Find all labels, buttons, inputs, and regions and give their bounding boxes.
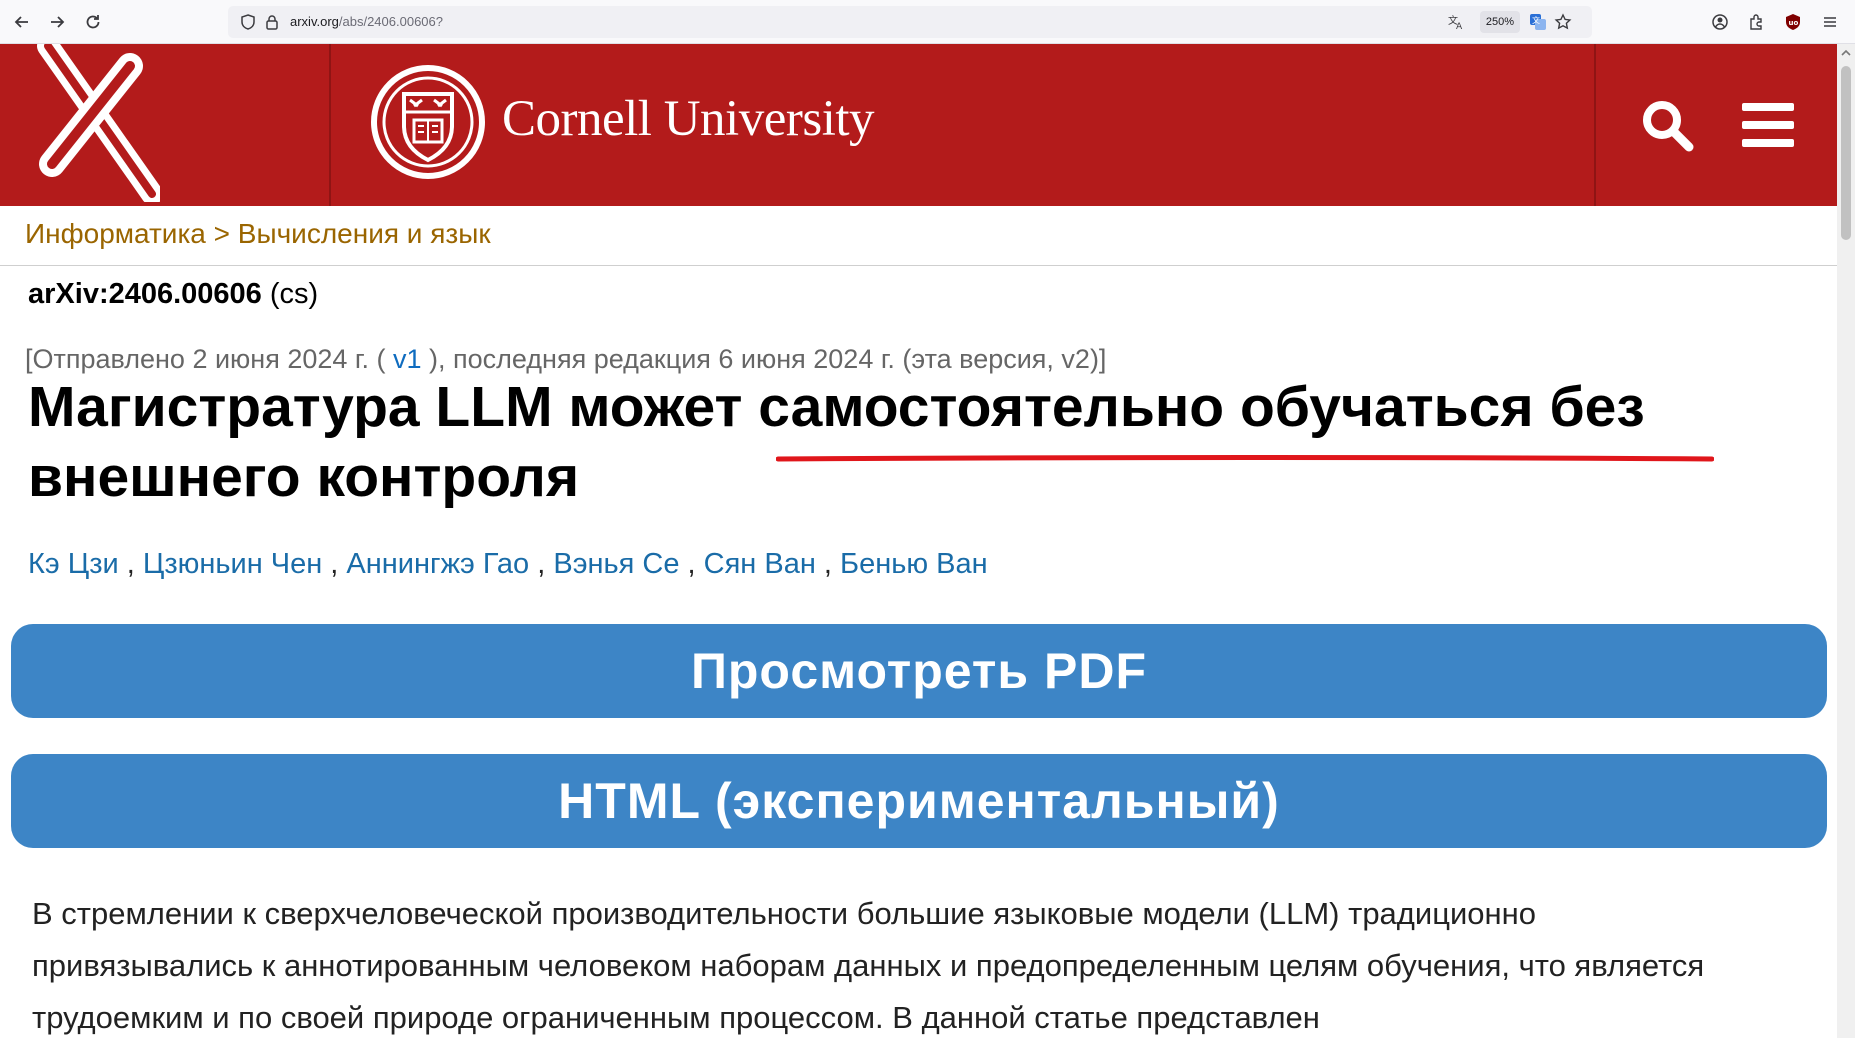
author-link[interactable]: Аннингжэ Гао bbox=[346, 548, 529, 580]
author-separator: , bbox=[679, 548, 704, 580]
url-host: arxiv.org bbox=[290, 14, 339, 29]
arxiv-logo[interactable] bbox=[30, 35, 163, 205]
author-separator: , bbox=[118, 548, 143, 580]
paper-title: Магистратура LLM может самостоятельно об… bbox=[28, 375, 1645, 509]
lock-icon[interactable] bbox=[260, 10, 284, 34]
bookmark-star-icon[interactable] bbox=[1551, 10, 1575, 34]
translate-icon[interactable]: 文A bbox=[1444, 10, 1468, 34]
zoom-level[interactable]: 250% bbox=[1480, 11, 1520, 33]
submission-history: [Отправлено 2 июня 2024 г. ( v1 ), после… bbox=[25, 344, 1106, 375]
menu-icon[interactable] bbox=[1818, 10, 1842, 34]
cornell-seal[interactable] bbox=[370, 64, 486, 180]
site-header: Cornell University bbox=[0, 35, 1837, 206]
svg-text:uo: uo bbox=[1789, 19, 1799, 27]
divider bbox=[0, 265, 1837, 266]
ublock-icon[interactable]: uo bbox=[1781, 10, 1805, 34]
author-link[interactable]: Сян Ван bbox=[704, 548, 816, 580]
scroll-up-arrow-icon[interactable] bbox=[1841, 48, 1851, 58]
url-path: /abs/2406.00606? bbox=[338, 14, 443, 29]
breadcrumb[interactable]: Информатика > Вычисления и язык bbox=[25, 218, 491, 250]
author-separator: , bbox=[815, 548, 841, 580]
submission-text-pre: [Отправлено 2 июня 2024 г. ( bbox=[25, 344, 393, 374]
forward-icon[interactable] bbox=[44, 9, 70, 35]
browser-toolbar: arxiv.org/abs/2406.00606? 文A 250% 文 uo bbox=[0, 0, 1855, 44]
author-separator: , bbox=[322, 548, 347, 580]
authors-list: Кэ Цзи , Цзюньин Чен , Аннингжэ Гао , Вэ… bbox=[28, 548, 988, 581]
author-link[interactable]: Бенью Ван bbox=[840, 548, 988, 580]
author-link[interactable]: Цзюньин Чен bbox=[143, 548, 322, 580]
author-link[interactable]: Кэ Цзи bbox=[28, 548, 119, 580]
arxiv-id-line: arXiv:2406.00606 (cs) bbox=[28, 278, 318, 311]
svg-text:文: 文 bbox=[1532, 15, 1540, 25]
red-underline-annotation bbox=[776, 455, 1714, 462]
author-link[interactable]: Вэнья Се bbox=[553, 548, 679, 580]
url-text: arxiv.org/abs/2406.00606? bbox=[290, 14, 443, 29]
svg-text:A: A bbox=[1456, 22, 1463, 31]
shield-icon[interactable] bbox=[236, 10, 260, 34]
page-scrollbar[interactable] bbox=[1837, 44, 1855, 1038]
extensions-icon[interactable] bbox=[1744, 10, 1768, 34]
address-bar[interactable]: arxiv.org/abs/2406.00606? 文A 250% 文 bbox=[228, 6, 1592, 38]
view-pdf-button[interactable]: Просмотреть PDF bbox=[11, 624, 1827, 718]
reload-icon[interactable] bbox=[80, 9, 106, 35]
university-name[interactable]: Cornell University bbox=[502, 90, 875, 148]
back-icon[interactable] bbox=[9, 9, 35, 35]
translate-active-icon[interactable]: 文 bbox=[1526, 10, 1550, 34]
account-icon[interactable] bbox=[1708, 10, 1732, 34]
search-icon[interactable] bbox=[1632, 90, 1702, 160]
header-divider bbox=[1594, 44, 1596, 206]
abstract-text: В стремлении к сверхчеловеческой произво… bbox=[32, 896, 1705, 1035]
author-separator: , bbox=[529, 548, 554, 580]
arxiv-id: arXiv:2406.00606 bbox=[28, 278, 262, 310]
html-experimental-button[interactable]: HTML (экспериментальный) bbox=[11, 754, 1827, 848]
scroll-thumb[interactable] bbox=[1841, 66, 1851, 240]
hamburger-menu-icon[interactable] bbox=[1733, 90, 1803, 160]
arxiv-category: (cs) bbox=[269, 278, 319, 310]
version-v1-link[interactable]: v1 bbox=[393, 344, 422, 374]
submission-text-post: ), последняя редакция 6 июня 2024 г. (эт… bbox=[421, 344, 1107, 374]
header-divider bbox=[329, 44, 331, 206]
